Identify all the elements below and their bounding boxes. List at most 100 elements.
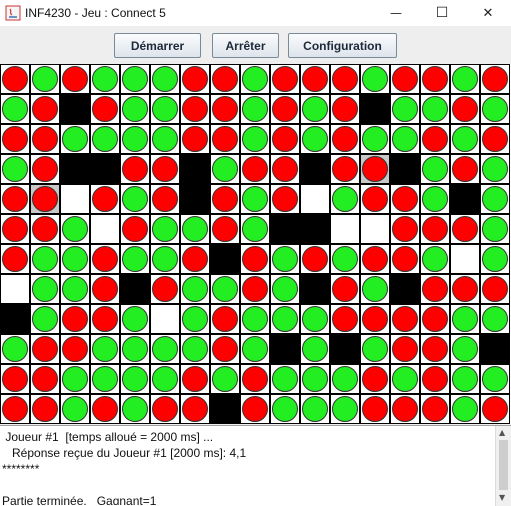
green-piece[interactable] bbox=[480, 154, 510, 184]
blocked-cell[interactable] bbox=[360, 94, 390, 124]
red-piece[interactable] bbox=[30, 124, 60, 154]
red-piece[interactable] bbox=[30, 214, 60, 244]
red-piece[interactable] bbox=[360, 304, 390, 334]
green-piece[interactable] bbox=[90, 64, 120, 94]
red-piece[interactable] bbox=[480, 124, 510, 154]
red-piece[interactable] bbox=[420, 334, 450, 364]
green-piece[interactable] bbox=[90, 364, 120, 394]
green-piece[interactable] bbox=[60, 214, 90, 244]
blocked-cell[interactable] bbox=[90, 154, 120, 184]
red-piece[interactable] bbox=[330, 154, 360, 184]
red-piece[interactable] bbox=[240, 394, 270, 424]
red-piece[interactable] bbox=[60, 64, 90, 94]
red-piece[interactable] bbox=[150, 274, 180, 304]
green-piece[interactable] bbox=[90, 124, 120, 154]
green-piece[interactable] bbox=[480, 214, 510, 244]
red-piece[interactable] bbox=[420, 214, 450, 244]
scroll-thumb[interactable] bbox=[499, 440, 508, 490]
green-piece[interactable] bbox=[270, 364, 300, 394]
green-piece[interactable] bbox=[240, 64, 270, 94]
red-piece[interactable] bbox=[180, 244, 210, 274]
green-piece[interactable] bbox=[30, 64, 60, 94]
red-piece[interactable] bbox=[270, 64, 300, 94]
red-piece[interactable] bbox=[180, 94, 210, 124]
green-piece[interactable] bbox=[180, 304, 210, 334]
green-piece[interactable] bbox=[450, 304, 480, 334]
green-piece[interactable] bbox=[120, 124, 150, 154]
red-piece[interactable] bbox=[60, 304, 90, 334]
green-piece[interactable] bbox=[360, 334, 390, 364]
red-piece[interactable] bbox=[180, 124, 210, 154]
green-piece[interactable] bbox=[120, 394, 150, 424]
log-scrollbar[interactable]: ▲ ▼ bbox=[495, 426, 511, 506]
green-piece[interactable] bbox=[240, 304, 270, 334]
blocked-cell[interactable] bbox=[300, 214, 330, 244]
green-piece[interactable] bbox=[240, 214, 270, 244]
scroll-down-icon[interactable]: ▼ bbox=[499, 493, 505, 502]
red-piece[interactable] bbox=[390, 184, 420, 214]
stop-button[interactable]: Arrêter bbox=[212, 33, 279, 58]
blocked-cell[interactable] bbox=[60, 94, 90, 124]
empty-cell[interactable] bbox=[60, 184, 90, 214]
red-piece[interactable] bbox=[0, 214, 30, 244]
red-piece[interactable] bbox=[450, 94, 480, 124]
red-piece[interactable] bbox=[420, 394, 450, 424]
green-piece[interactable] bbox=[330, 184, 360, 214]
green-piece[interactable] bbox=[240, 124, 270, 154]
green-piece[interactable] bbox=[270, 274, 300, 304]
green-piece[interactable] bbox=[180, 274, 210, 304]
green-piece[interactable] bbox=[30, 274, 60, 304]
red-piece[interactable] bbox=[390, 304, 420, 334]
red-piece[interactable] bbox=[330, 274, 360, 304]
green-piece[interactable] bbox=[30, 304, 60, 334]
green-piece[interactable] bbox=[120, 244, 150, 274]
green-piece[interactable] bbox=[0, 154, 30, 184]
red-piece[interactable] bbox=[330, 94, 360, 124]
green-piece[interactable] bbox=[300, 304, 330, 334]
red-piece[interactable] bbox=[210, 124, 240, 154]
green-piece[interactable] bbox=[450, 364, 480, 394]
blocked-cell[interactable] bbox=[210, 394, 240, 424]
red-piece[interactable] bbox=[390, 394, 420, 424]
empty-cell[interactable] bbox=[300, 184, 330, 214]
red-piece[interactable] bbox=[420, 64, 450, 94]
red-piece[interactable] bbox=[210, 214, 240, 244]
green-piece[interactable] bbox=[0, 94, 30, 124]
red-piece[interactable] bbox=[240, 364, 270, 394]
red-piece[interactable] bbox=[150, 184, 180, 214]
blocked-cell[interactable] bbox=[270, 334, 300, 364]
maximize-button[interactable]: ☐ bbox=[419, 0, 465, 26]
close-button[interactable]: ✕ bbox=[465, 0, 511, 26]
green-piece[interactable] bbox=[390, 124, 420, 154]
green-piece[interactable] bbox=[150, 64, 180, 94]
green-piece[interactable] bbox=[120, 304, 150, 334]
green-piece[interactable] bbox=[300, 394, 330, 424]
red-piece[interactable] bbox=[420, 124, 450, 154]
green-piece[interactable] bbox=[330, 364, 360, 394]
green-piece[interactable] bbox=[270, 304, 300, 334]
blocked-cell[interactable] bbox=[270, 214, 300, 244]
green-piece[interactable] bbox=[240, 94, 270, 124]
red-piece[interactable] bbox=[210, 184, 240, 214]
red-piece[interactable] bbox=[480, 274, 510, 304]
green-piece[interactable] bbox=[480, 184, 510, 214]
highlighted-red-piece[interactable] bbox=[360, 154, 390, 184]
empty-cell[interactable] bbox=[90, 214, 120, 244]
green-piece[interactable] bbox=[30, 244, 60, 274]
red-piece[interactable] bbox=[30, 94, 60, 124]
green-piece[interactable] bbox=[60, 364, 90, 394]
green-piece[interactable] bbox=[420, 244, 450, 274]
green-piece[interactable] bbox=[150, 364, 180, 394]
green-piece[interactable] bbox=[150, 214, 180, 244]
red-piece[interactable] bbox=[210, 94, 240, 124]
empty-cell[interactable] bbox=[450, 244, 480, 274]
scroll-up-icon[interactable]: ▲ bbox=[499, 428, 505, 437]
green-piece[interactable] bbox=[0, 334, 30, 364]
blocked-cell[interactable] bbox=[300, 274, 330, 304]
green-piece[interactable] bbox=[270, 244, 300, 274]
blocked-cell[interactable] bbox=[390, 154, 420, 184]
green-piece[interactable] bbox=[450, 334, 480, 364]
red-piece[interactable] bbox=[90, 184, 120, 214]
blocked-cell[interactable] bbox=[300, 154, 330, 184]
green-piece[interactable] bbox=[150, 124, 180, 154]
